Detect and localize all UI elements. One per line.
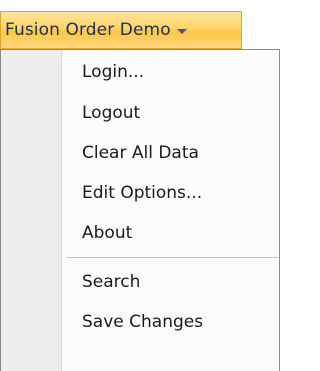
menubar: Fusion Order Demo (0, 0, 280, 50)
menu-item-login[interactable]: Login... (1, 50, 279, 93)
chevron-down-icon (176, 28, 187, 34)
menu-items: Login... Logout Clear All Data Edit Opti… (1, 50, 279, 342)
separator-line-highlight (67, 258, 279, 259)
menu-item-save-changes[interactable]: Save Changes (1, 302, 279, 342)
dropdown-menu: Login... Logout Clear All Data Edit Opti… (0, 49, 280, 371)
fusion-order-demo-menu-button[interactable]: Fusion Order Demo (0, 11, 242, 49)
menu-item-about[interactable]: About (1, 213, 279, 253)
menu-item-logout[interactable]: Logout (1, 93, 279, 133)
page: Fusion Order Demo Login... Logout Clear … (0, 0, 280, 371)
menu-item-clear-all-data[interactable]: Clear All Data (1, 133, 279, 173)
menu-title: Fusion Order Demo (5, 20, 171, 40)
menu-separator (1, 253, 279, 262)
menu-item-edit-options[interactable]: Edit Options... (1, 173, 279, 213)
menu-item-search[interactable]: Search (1, 262, 279, 302)
